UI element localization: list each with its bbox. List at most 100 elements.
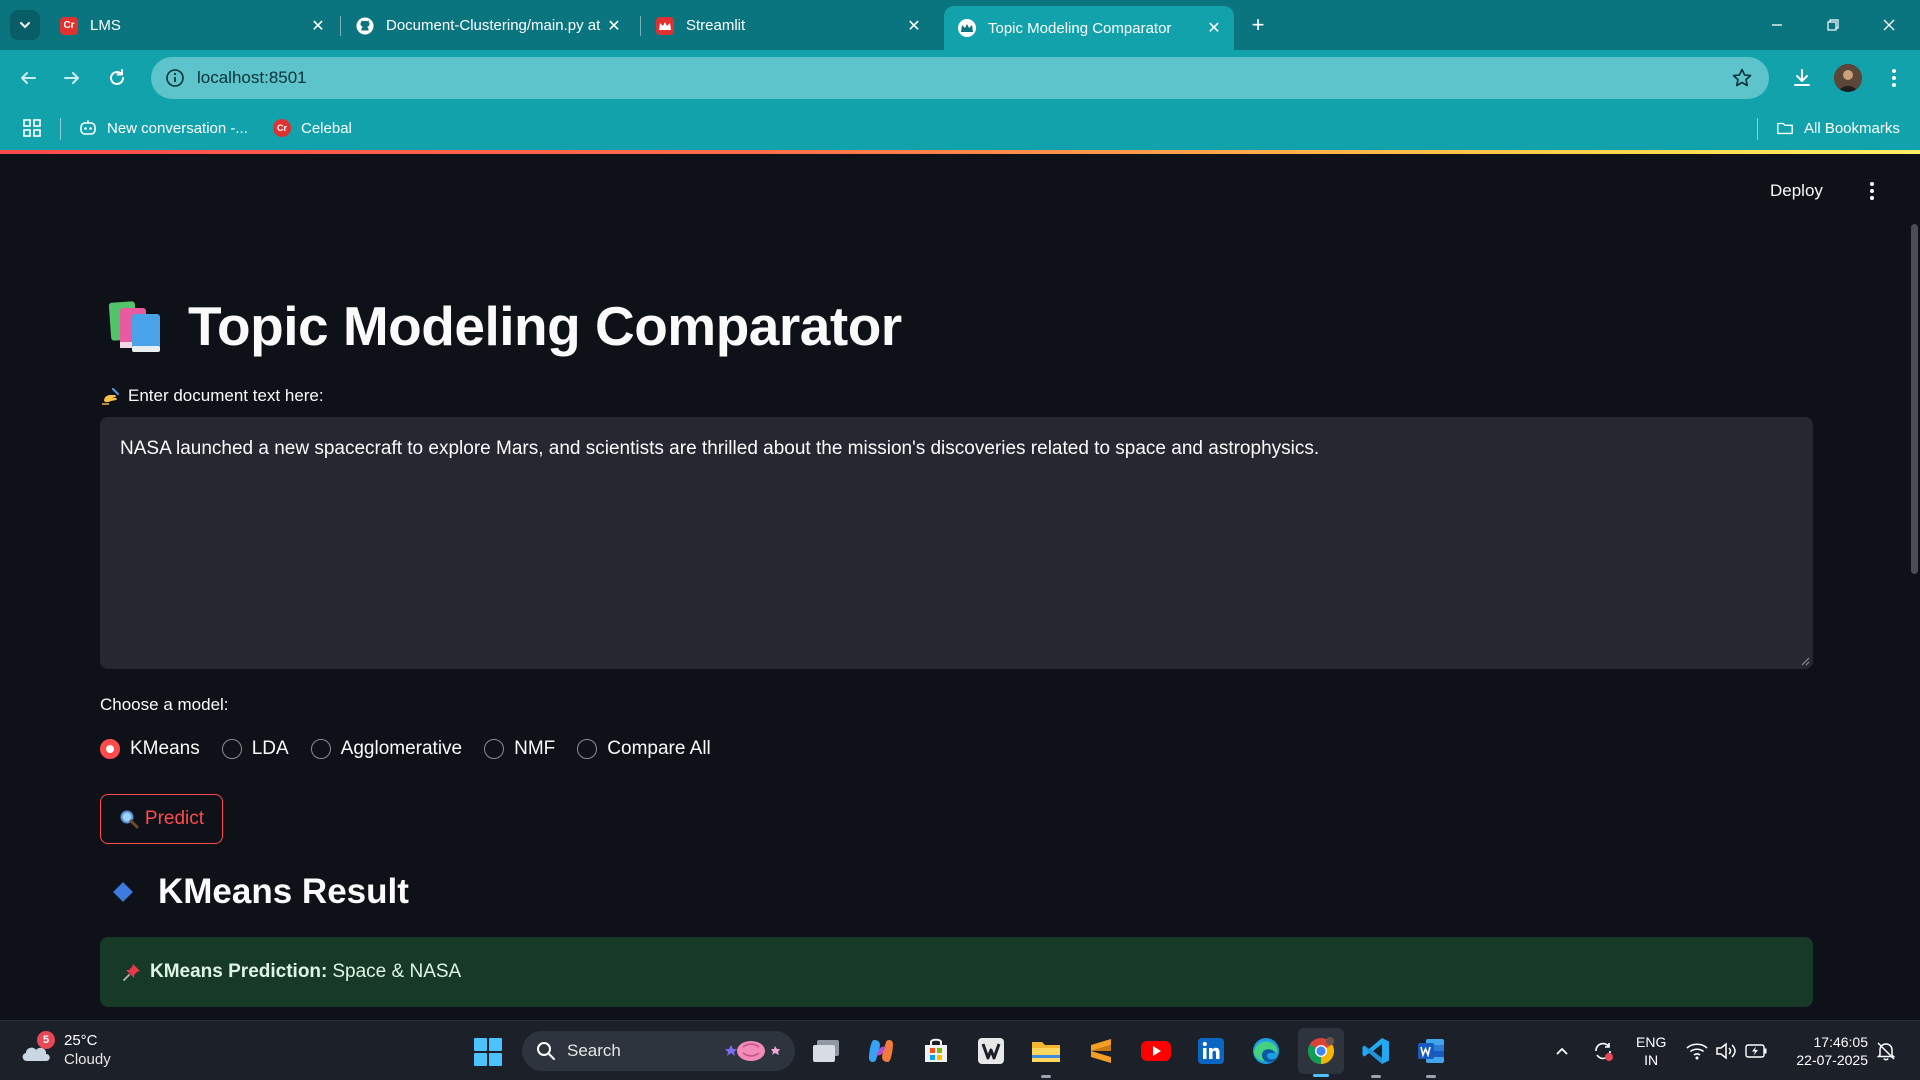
page-scrollbar[interactable] (1911, 224, 1918, 574)
pushpin-icon (123, 964, 140, 981)
bookmark-label: New conversation -... (107, 119, 248, 137)
restore-button[interactable] (1810, 8, 1856, 42)
windows-start-icon[interactable] (473, 1037, 503, 1067)
document-text-value[interactable]: NASA launched a new spacecraft to explor… (120, 438, 1319, 459)
tab-strip: Cr LMS ✕ Document-Clustering/main.py at … (0, 0, 1920, 50)
writing-hand-icon (102, 387, 120, 405)
chevron-up-icon (1556, 1047, 1568, 1055)
microsoft-store-app[interactable] (918, 1033, 954, 1069)
all-bookmarks-button[interactable]: All Bookmarks (1776, 116, 1900, 140)
edge-app[interactable] (1248, 1033, 1284, 1069)
close-icon[interactable]: ✕ (1202, 16, 1226, 40)
radio-compare-all[interactable]: Compare All (577, 738, 711, 760)
tab-search-button[interactable] (10, 10, 40, 40)
system-clock[interactable]: 17:46:05 22-07-2025 (1784, 1033, 1868, 1069)
document-text-input[interactable]: NASA launched a new spacecraft to explor… (100, 417, 1813, 669)
tab-github[interactable]: Document-Clustering/main.py at ✕ (342, 7, 634, 44)
sync-status-button[interactable] (1591, 1039, 1615, 1063)
radio-dot[interactable] (577, 739, 598, 759)
wifi-icon (1686, 1043, 1708, 1060)
radio-dot[interactable] (100, 739, 120, 759)
more-vertical-icon (1892, 69, 1896, 87)
tab-streamlit[interactable]: Streamlit ✕ (642, 7, 934, 44)
radio-nmf[interactable]: NMF (484, 738, 555, 760)
close-icon[interactable]: ✕ (306, 14, 330, 38)
search-highlight-brain-icon (725, 1041, 780, 1061)
youtube-app[interactable] (1138, 1033, 1174, 1069)
chrome-app[interactable] (1298, 1028, 1344, 1077)
prediction-result-box: KMeans Prediction: Space & NASA (100, 937, 1813, 1007)
browser-menu-button[interactable] (1880, 64, 1908, 92)
word-icon (1418, 1039, 1444, 1063)
address-bar[interactable]: localhost:8501 (151, 57, 1769, 99)
input-language-indicator[interactable]: ENG IN (1636, 1033, 1666, 1069)
vscode-app[interactable] (1358, 1033, 1394, 1078)
chevron-down-icon (20, 22, 30, 29)
radio-dot[interactable] (484, 739, 505, 759)
task-view-button[interactable] (808, 1033, 844, 1069)
close-icon[interactable]: ✕ (602, 14, 626, 38)
sublime-text-app[interactable] (1083, 1033, 1119, 1069)
vectr-app[interactable] (973, 1033, 1009, 1069)
tab-lms[interactable]: Cr LMS ✕ (46, 7, 338, 44)
url-text[interactable]: localhost:8501 (197, 68, 307, 88)
tab-title: LMS (90, 17, 121, 34)
youtube-icon (1141, 1041, 1171, 1061)
weather-cloud-icon: 5 (20, 1031, 55, 1065)
tab-topic-modeling[interactable]: Topic Modeling Comparator ✕ (944, 6, 1234, 50)
bookmark-celebal[interactable]: Cr Celebal (273, 116, 352, 140)
file-explorer-app[interactable] (1028, 1033, 1064, 1078)
tab-title: Document-Clustering/main.py at (386, 17, 601, 34)
download-button[interactable] (1788, 64, 1816, 92)
linkedin-icon (1198, 1038, 1224, 1064)
sublime-icon (1091, 1039, 1111, 1063)
radio-dot[interactable] (221, 739, 242, 759)
radio-lda[interactable]: LDA (221, 738, 289, 760)
bookmark-new-conversation[interactable]: New conversation -... (79, 116, 248, 140)
wifi-button[interactable] (1685, 1039, 1709, 1063)
chrome-icon (1307, 1037, 1335, 1065)
restore-icon (1827, 19, 1839, 31)
reload-button[interactable] (103, 64, 131, 92)
celebal-favicon-icon: Cr (60, 16, 78, 35)
star-icon[interactable] (1731, 67, 1753, 89)
profile-avatar[interactable] (1834, 64, 1862, 92)
battery-button[interactable] (1744, 1039, 1768, 1063)
store-icon (925, 1038, 947, 1062)
weather-widget[interactable]: 5 25°C Cloudy (20, 1031, 111, 1069)
deploy-button[interactable]: Deploy (1770, 181, 1823, 201)
radio-kmeans[interactable]: KMeans (100, 738, 200, 760)
word-app[interactable] (1413, 1033, 1449, 1078)
prediction-value: Space & NASA (332, 961, 462, 982)
copilot-icon (79, 119, 97, 137)
radio-agglomerative[interactable]: Agglomerative (310, 738, 462, 760)
clock-time: 17:46:05 (1813, 1034, 1869, 1050)
resize-handle-icon[interactable] (1800, 656, 1810, 666)
apps-button[interactable] (22, 116, 42, 140)
copilot-app[interactable] (863, 1033, 899, 1069)
app-menu-button[interactable] (1862, 178, 1882, 204)
show-hidden-icons-button[interactable] (1550, 1039, 1574, 1063)
tab-title: Streamlit (686, 17, 746, 34)
predict-button[interactable]: Predict (100, 794, 223, 844)
model-select-label: Choose a model: (100, 695, 229, 714)
windows-taskbar: 5 25°C Cloudy Search ENG IN 17:46:05 22-… (0, 1020, 1920, 1080)
notifications-button[interactable] (1874, 1039, 1898, 1063)
all-bookmarks-label: All Bookmarks (1804, 119, 1900, 137)
close-window-button[interactable] (1866, 8, 1912, 42)
taskbar-search[interactable]: Search (522, 1031, 795, 1071)
linkedin-app[interactable] (1193, 1033, 1229, 1069)
new-tab-button[interactable]: + (1245, 12, 1271, 38)
site-info-icon[interactable] (163, 66, 187, 90)
forward-button[interactable] (58, 64, 86, 92)
back-button[interactable] (14, 64, 42, 92)
celebal-favicon-icon: Cr (273, 119, 291, 137)
radio-dot[interactable] (310, 739, 331, 759)
text-input-label: Enter document text here: (101, 386, 324, 406)
minimize-button[interactable] (1754, 8, 1800, 42)
volume-button[interactable] (1714, 1039, 1738, 1063)
weather-alert-badge: 5 (37, 1031, 55, 1049)
prediction-label: KMeans Prediction: (150, 961, 328, 982)
blue-diamond-icon (113, 882, 133, 902)
close-icon[interactable]: ✕ (902, 14, 926, 38)
